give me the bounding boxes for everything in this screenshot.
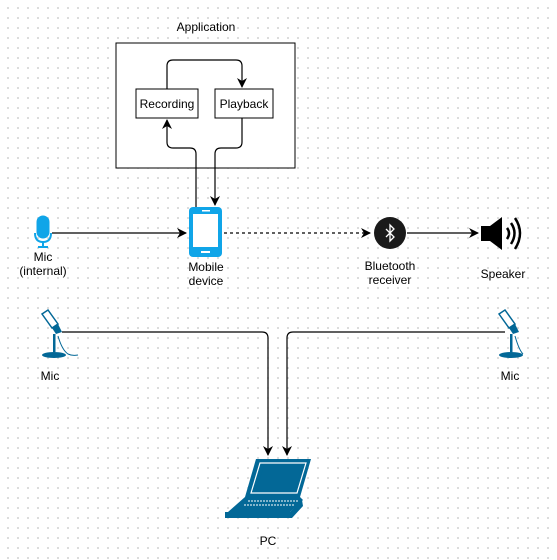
recording-label: Recording <box>140 97 195 111</box>
mic-right-icon[interactable] <box>497 308 524 358</box>
mobile-label-1: Mobile <box>188 260 224 274</box>
mobile-label-2: device <box>189 274 224 288</box>
mic-left-icon[interactable] <box>40 308 79 358</box>
mic-left-label: Mic <box>41 369 60 383</box>
speaker-icon[interactable] <box>481 217 522 250</box>
mic-right-label: Mic <box>501 369 520 383</box>
mobile-device-icon[interactable] <box>189 207 222 257</box>
speaker-label: Speaker <box>481 267 526 281</box>
diagram: Application Recording Playback Mic (inte… <box>19 20 526 548</box>
edge-left-mic-to-pc[interactable] <box>62 331 273 456</box>
edge-right-mic-to-pc[interactable] <box>282 331 505 456</box>
mic-internal-label-2: (internal) <box>19 264 66 278</box>
diagram-canvas: Application Recording Playback Mic (inte… <box>0 0 557 560</box>
playback-label: Playback <box>220 97 270 111</box>
bluetooth-label-2: receiver <box>369 273 412 287</box>
bluetooth-label-1: Bluetooth <box>365 259 416 273</box>
bluetooth-icon[interactable] <box>374 217 406 249</box>
mic-internal-icon[interactable] <box>34 215 52 248</box>
mic-internal-label-1: Mic <box>34 250 53 264</box>
pc-label: PC <box>260 534 277 548</box>
application-label: Application <box>177 20 236 34</box>
pc-laptop-icon[interactable] <box>225 459 311 518</box>
